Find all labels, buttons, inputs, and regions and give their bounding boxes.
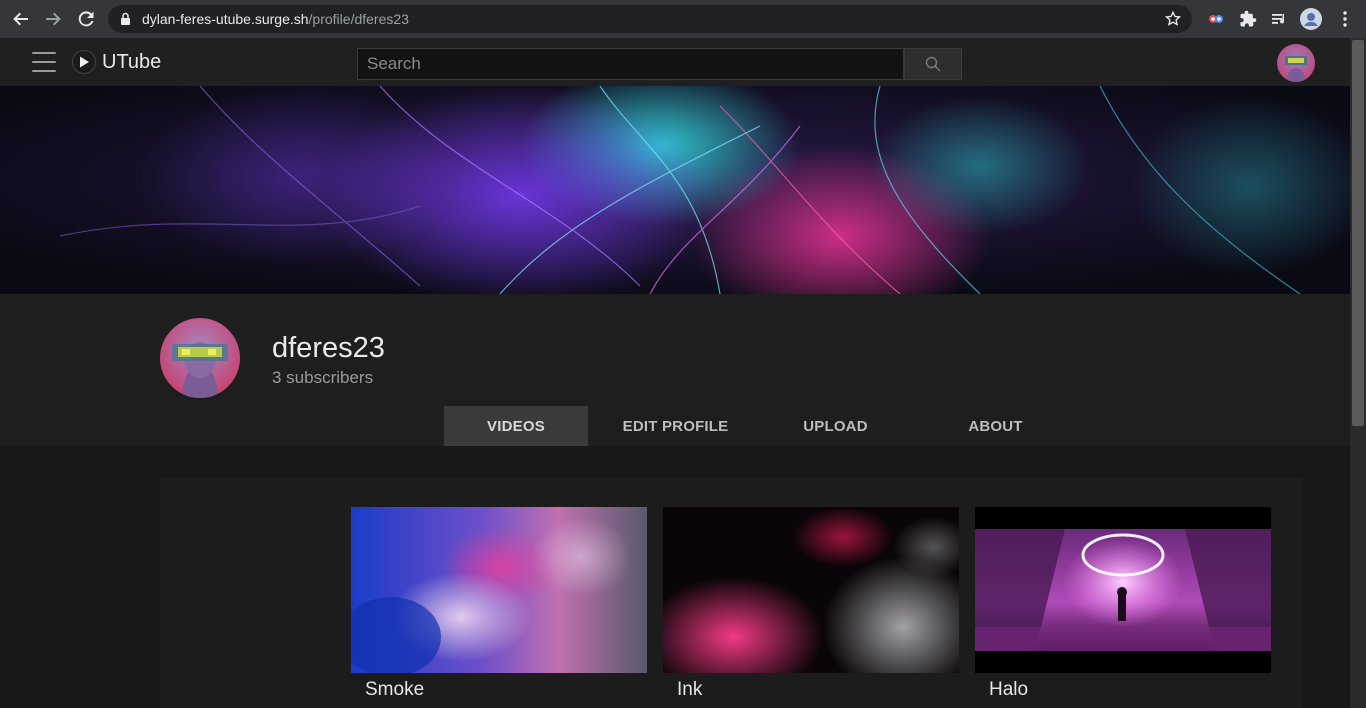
videos-grid: Smoke Ink Halo [160, 478, 1303, 708]
forward-icon[interactable] [42, 8, 64, 30]
video-card-smoke[interactable]: Smoke [351, 507, 647, 701]
bookmark-star-icon[interactable] [1164, 10, 1182, 33]
search-button[interactable] [904, 48, 962, 80]
tab-videos[interactable]: VIDEOS [444, 406, 588, 446]
more-menu-icon[interactable] [1334, 8, 1356, 30]
video-title[interactable]: Ink [663, 679, 959, 701]
subscriber-count: 3 subscribers [272, 368, 374, 387]
profile-tabs: VIDEOS EDIT PROFILE UPLOAD ABOUT [444, 406, 1083, 446]
address-bar[interactable]: dylan-feres-utube.surge.sh/profile/dfere… [108, 5, 1192, 33]
video-card-ink[interactable]: Ink [663, 507, 959, 701]
url-path: /profile/dferes23 [308, 11, 409, 27]
lock-icon [120, 12, 131, 31]
video-thumbnail[interactable] [351, 507, 647, 673]
reload-icon[interactable] [75, 8, 97, 30]
page-scrollbar[interactable] [1350, 38, 1366, 708]
scrollbar-thumb[interactable] [1352, 40, 1364, 426]
profile-avatar [160, 318, 240, 398]
browser-toolbar: dylan-feres-utube.surge.sh/profile/dfere… [0, 0, 1366, 38]
profile-header: dferes23 3 subscribers VIDEOS EDIT PROFI… [0, 294, 1350, 446]
logo-text: UTube [102, 50, 162, 73]
puzzle-icon[interactable] [1237, 8, 1259, 30]
url-host: dylan-feres-utube.surge.sh [142, 11, 309, 27]
profile-name: dferes23 [272, 332, 385, 364]
channel-banner [0, 86, 1350, 294]
video-title[interactable]: Halo [975, 679, 1271, 701]
video-card-halo[interactable]: Halo [975, 507, 1271, 701]
search-input[interactable] [357, 48, 904, 80]
browser-profile-avatar[interactable] [1300, 8, 1322, 30]
video-thumbnail[interactable] [975, 507, 1271, 673]
tab-upload[interactable]: UPLOAD [763, 406, 908, 446]
page-viewport: UTube Search dferes23 3 subscribers VIDE… [0, 38, 1350, 708]
app-header: UTube [0, 38, 1350, 86]
media-queue-icon[interactable] [1268, 8, 1290, 30]
tab-about[interactable]: ABOUT [908, 406, 1083, 446]
hamburger-menu-icon[interactable] [32, 52, 56, 72]
tab-edit-profile[interactable]: EDIT PROFILE [588, 406, 763, 446]
video-thumbnail[interactable] [663, 507, 959, 673]
user-avatar[interactable] [1277, 44, 1315, 82]
extension-icon[interactable] [1205, 8, 1227, 30]
logo[interactable]: UTube [72, 50, 161, 74]
search-icon [925, 56, 941, 72]
play-logo-icon [72, 50, 96, 74]
video-title[interactable]: Smoke [351, 679, 647, 701]
url-text: dylan-feres-utube.surge.sh/profile/dfere… [142, 11, 409, 27]
back-icon[interactable] [10, 8, 32, 30]
